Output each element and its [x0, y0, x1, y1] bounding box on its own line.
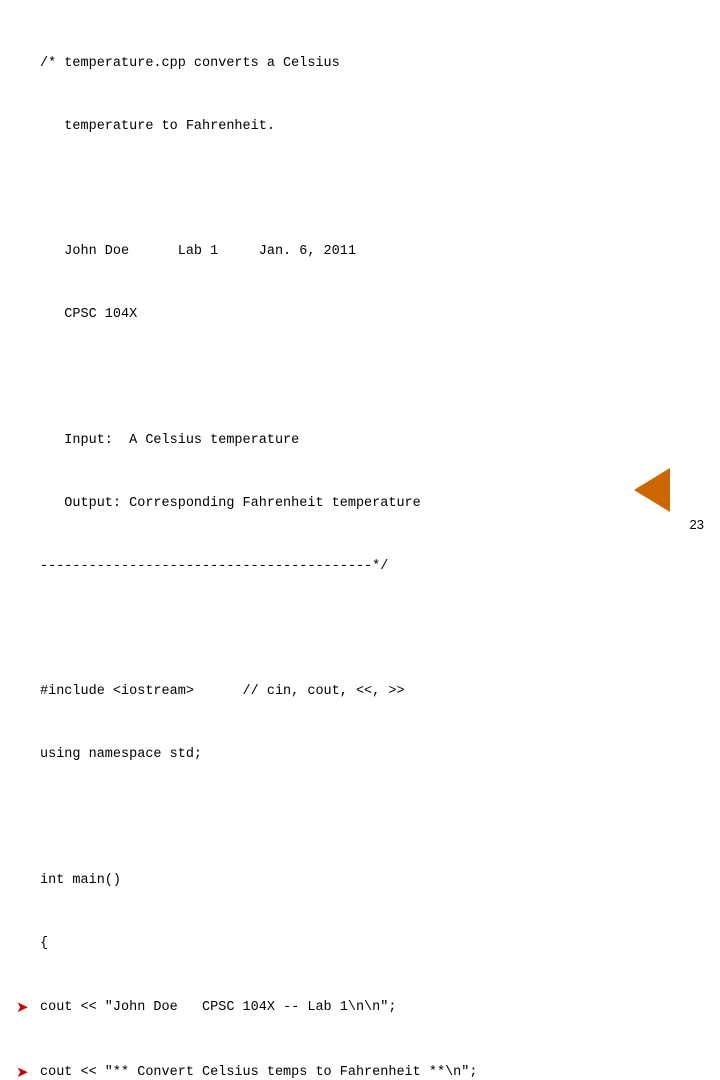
blank-line — [16, 619, 704, 640]
code-line-17: ➤ cout << "** Convert Celsius temps to F… — [16, 1062, 704, 1080]
code-text: using namespace std; — [40, 745, 704, 766]
page-number: 23 — [690, 517, 704, 532]
code-text: #include <iostream> // cin, cout, <<, >> — [40, 682, 704, 703]
blank-line — [16, 368, 704, 389]
code-text: { — [40, 934, 704, 955]
code-text: cout << "** Convert Celsius temps to Fah… — [40, 1063, 704, 1080]
code-line-8: Output: Corresponding Fahrenheit tempera… — [16, 494, 704, 515]
arrow-indicator: ➤ — [16, 1062, 40, 1080]
code-line-14: int main() — [16, 871, 704, 892]
arrow-indicator: ➤ — [16, 997, 40, 1020]
code-line-4: John Doe Lab 1 Jan. 6, 2011 — [16, 242, 704, 263]
code-line-12: using namespace std; — [16, 745, 704, 766]
blank-line — [16, 808, 704, 829]
code-text: Output: Corresponding Fahrenheit tempera… — [40, 494, 704, 515]
code-line-11: #include <iostream> // cin, cout, <<, >> — [16, 682, 704, 703]
code-line-5: CPSC 104X — [16, 305, 704, 326]
code-text: CPSC 104X — [40, 305, 704, 326]
code-text: Input: A Celsius temperature — [40, 431, 704, 452]
code-line-9: ----------------------------------------… — [16, 557, 704, 578]
code-text: John Doe Lab 1 Jan. 6, 2011 — [40, 242, 704, 263]
code-line-7: Input: A Celsius temperature — [16, 431, 704, 452]
code-text: ----------------------------------------… — [40, 557, 704, 578]
code-text: /* temperature.cpp converts a Celsius — [40, 54, 704, 75]
code-text: temperature to Fahrenheit. — [40, 117, 704, 138]
code-line-1: /* temperature.cpp converts a Celsius — [16, 54, 704, 75]
chevron-left-icon — [634, 468, 670, 512]
code-line-16: ➤ cout << "John Doe CPSC 104X -- Lab 1\n… — [16, 997, 704, 1020]
code-text: cout << "John Doe CPSC 104X -- Lab 1\n\n… — [40, 998, 704, 1019]
code-line-2: temperature to Fahrenheit. — [16, 117, 704, 138]
back-arrow-button[interactable] — [634, 468, 670, 512]
code-line-15: { — [16, 934, 704, 955]
code-text: int main() — [40, 871, 704, 892]
blank-line — [16, 180, 704, 201]
code-display: /* temperature.cpp converts a Celsius te… — [0, 0, 720, 1080]
